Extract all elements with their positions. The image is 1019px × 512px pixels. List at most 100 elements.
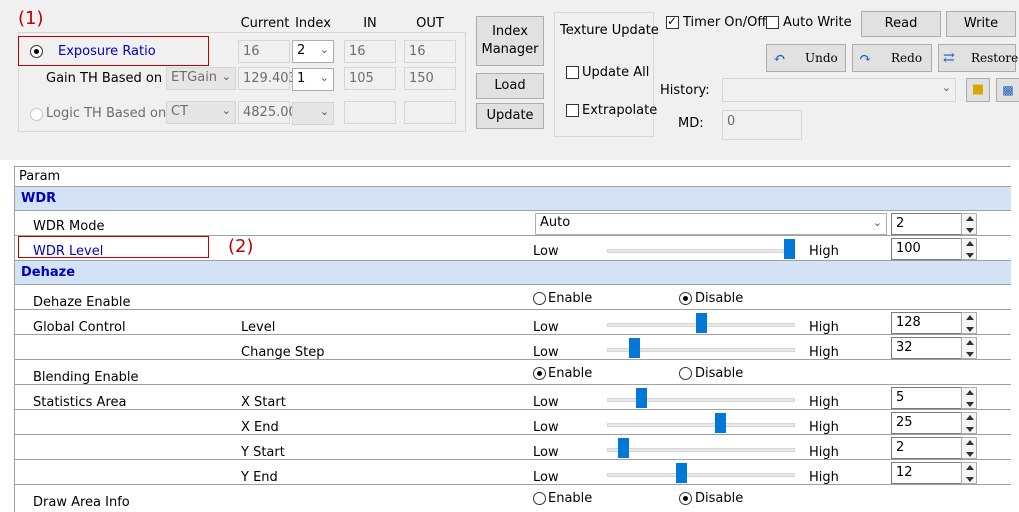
draw-area-enable-option: Enable [548,491,593,506]
row-x-start: Statistics Area X Start Low High 5 [15,385,1011,410]
x-end-label: X End [241,420,279,435]
row-draw-area: Draw Area Info Enable Disable [15,485,1011,512]
gain-index-select[interactable]: 1 ⌄ [292,68,334,91]
write-button[interactable]: Write [946,11,1016,37]
undo-icon: ↶ [773,49,786,67]
down-arrow-icon [966,402,974,407]
up-arrow-icon [966,465,974,470]
logic-th-radio[interactable] [30,108,43,121]
dehaze-disable-radio[interactable] [679,292,692,305]
param-grid: Param WDR WDR Mode Auto ⌄ 2 WDR Level Low… [14,166,1011,512]
down-arrow-icon [966,352,974,357]
history-select[interactable]: ⌄ [722,78,956,102]
row-blending-enable: Blending Enable Enable Disable [15,360,1011,385]
logic-in [344,101,396,124]
annotation-1: (1) [18,8,44,29]
save-button[interactable]: ▩ [996,78,1019,102]
y-end-low: Low [533,470,559,485]
section-dehaze-title: Dehaze [21,265,76,280]
row-x-end: X End Low High 25 [15,410,1011,435]
md-label: MD: [678,116,704,131]
change-step-slider[interactable] [629,338,641,358]
x-end-track [607,423,795,427]
y-end-spin-buttons[interactable] [961,462,977,484]
x-end-slider[interactable] [714,413,726,433]
restore-button[interactable]: ⇄ Restore [938,44,1019,72]
redo-icon: ↷ [859,49,872,67]
up-arrow-icon [966,315,974,320]
y-start-spin-buttons[interactable] [961,437,977,459]
wdr-mode-select[interactable]: Auto ⌄ [535,213,887,235]
gain-out: 150 [404,67,456,90]
index-manager-label-1: Index [492,24,528,39]
draw-area-disable-radio[interactable] [679,492,692,505]
exposure-index-select[interactable]: 2 ⌄ [292,40,334,63]
gain-index-value: 1 [297,71,306,86]
wdr-level-spin-buttons[interactable] [961,238,977,260]
x-start-slider[interactable] [635,388,647,408]
section-wdr[interactable]: WDR [15,187,1011,211]
gain-th-value: ETGain [171,70,218,85]
blending-disable-option: Disable [695,366,744,381]
read-button[interactable]: Read [861,11,941,37]
blending-disable-radio[interactable] [679,367,692,380]
down-arrow-icon [966,253,974,258]
logic-th-label: Logic TH Based on [46,106,167,121]
draw-area-enable-radio[interactable] [533,492,546,505]
texture-update-title: Texture Update [560,23,659,38]
exposure-ratio-radio[interactable] [30,45,43,58]
x-start-label: X Start [241,395,286,410]
auto-write-checkbox[interactable] [766,16,779,29]
x-start-spin-buttons[interactable] [961,387,977,409]
dehaze-enable-radio[interactable] [533,292,546,305]
change-step-high: High [809,345,839,360]
chevron-down-icon: ⌄ [221,104,231,117]
up-arrow-icon [966,440,974,445]
chevron-down-icon: ⌄ [319,43,329,56]
logic-th-value: CT [171,104,189,119]
timer-checkbox[interactable]: ✓ [666,14,679,29]
wdr-level-high: High [809,244,839,259]
section-dehaze[interactable]: Dehaze [15,261,1011,285]
draw-area-disable-option: Disable [695,491,744,506]
exposure-current: 16 [238,40,290,63]
y-end-track [607,473,795,477]
exposure-in: 16 [344,40,396,63]
up-arrow-icon [966,390,974,395]
redo-button[interactable]: ↷ Redo [852,44,932,72]
y-start-high: High [809,445,839,460]
header-in: IN [363,16,377,31]
open-folder-button[interactable]: ■ [966,78,990,102]
section-wdr-title: WDR [21,191,57,206]
y-start-low: Low [533,445,559,460]
y-start-label: Y Start [241,445,285,460]
update-button[interactable]: Update [476,103,544,129]
auto-write-label: Auto Write [783,15,852,30]
update-all-checkbox[interactable] [566,66,579,79]
wdr-mode-label: WDR Mode [33,219,105,234]
grid-header-row: Param [15,167,1011,187]
restore-label: Restore [971,51,1019,65]
restore-icon: ⇄ [943,50,955,66]
exposure-ratio-label: Exposure Ratio [58,44,156,59]
blending-enable-label: Blending Enable [33,370,139,385]
gain-in: 105 [344,67,396,90]
timer-label: Timer On/Off [683,15,767,30]
y-end-slider[interactable] [675,463,687,483]
y-end-label: Y End [241,470,278,485]
wdr-level-slider[interactable] [784,239,795,259]
global-level-spin-buttons[interactable] [961,312,977,334]
extrapolate-checkbox[interactable] [566,104,579,117]
load-button[interactable]: Load [476,73,544,99]
blending-enable-radio[interactable] [533,367,546,380]
y-start-slider[interactable] [618,438,630,458]
wdr-level-track [607,249,795,253]
x-end-spin-buttons[interactable] [961,412,977,434]
wdr-mode-spin-buttons[interactable] [961,213,977,235]
global-level-label: Level [241,320,276,335]
change-step-spin-buttons[interactable] [961,337,977,359]
undo-button[interactable]: ↶ Undo [766,44,846,72]
global-level-slider[interactable] [695,313,707,333]
index-manager-button[interactable]: Index Manager [476,16,544,66]
x-end-low: Low [533,420,559,435]
